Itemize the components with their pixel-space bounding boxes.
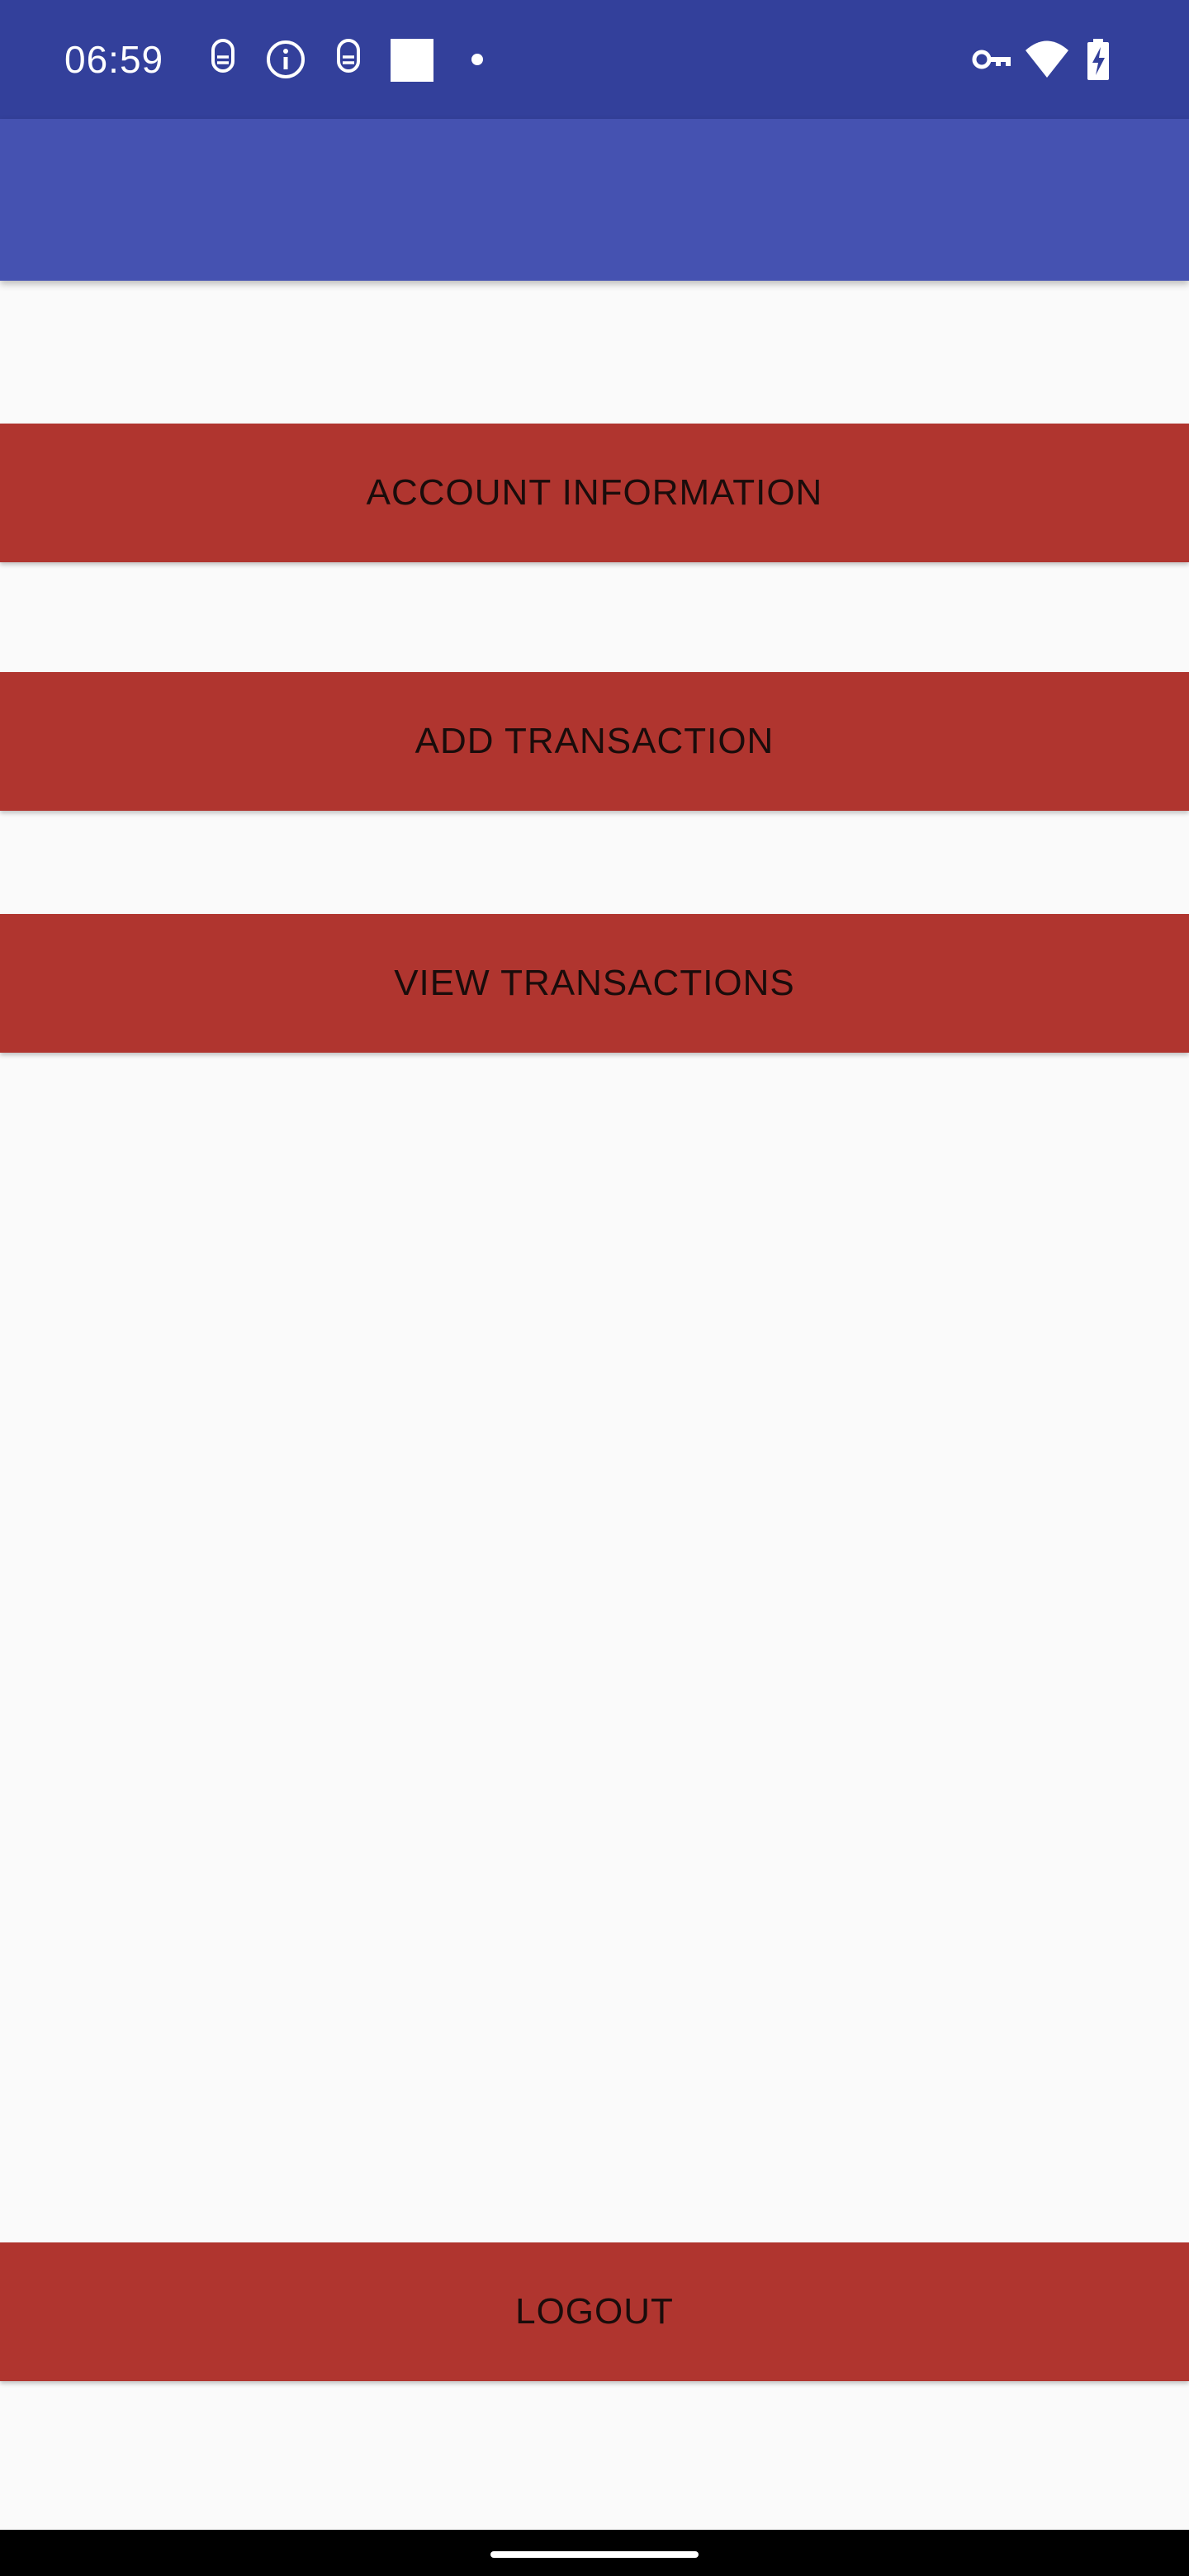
status-time: 06:59 — [64, 38, 164, 81]
app-bar — [0, 119, 1189, 281]
white-square-icon — [388, 36, 434, 83]
info-icon — [263, 36, 309, 83]
add-transaction-button[interactable]: ADD TRANSACTION — [0, 672, 1189, 811]
account-information-button[interactable]: ACCOUNT INFORMATION — [0, 424, 1189, 562]
battery-charging-icon — [1075, 36, 1121, 83]
home-gesture-handle[interactable] — [490, 2551, 699, 2558]
vpn-key-icon — [969, 36, 1016, 83]
logout-button[interactable]: LOGOUT — [0, 2242, 1189, 2381]
view-transactions-button[interactable]: VIEW TRANSACTIONS — [0, 914, 1189, 1053]
wifi-icon — [1024, 36, 1070, 83]
sim-toolkit-icon — [325, 36, 372, 83]
sim-toolkit-icon — [200, 36, 246, 83]
status-bar: 06:59 — [0, 0, 1189, 119]
navigation-bar — [0, 2530, 1189, 2576]
dot-icon — [456, 36, 502, 83]
